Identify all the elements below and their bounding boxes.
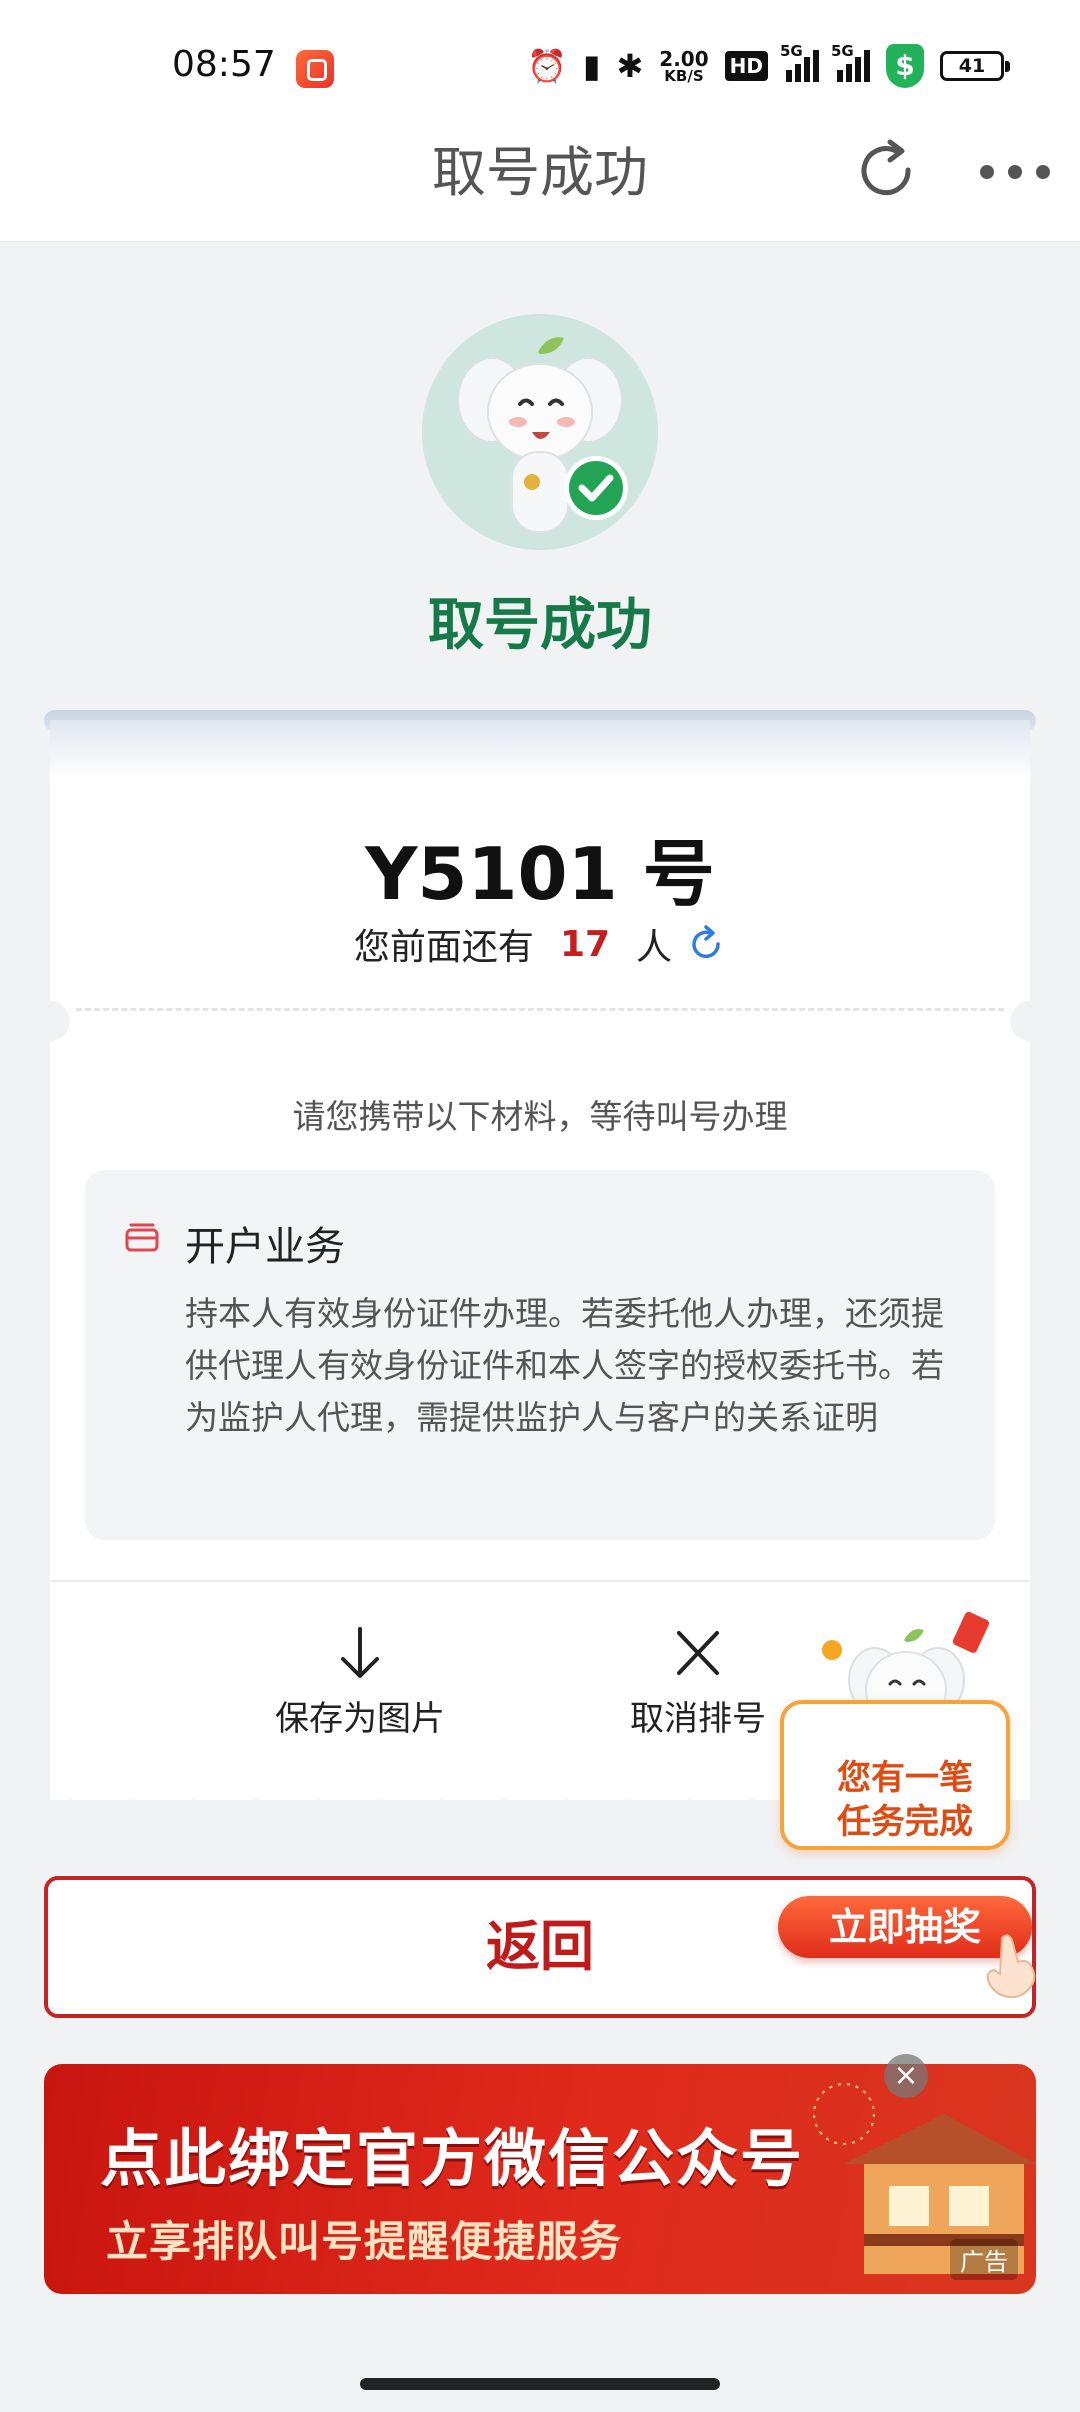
ticket-shadow xyxy=(50,720,1030,780)
actions-divider xyxy=(50,1580,1030,1582)
hd-icon: HD xyxy=(724,51,768,81)
ad-tag: 广告 xyxy=(950,2239,1018,2280)
more-menu-icon[interactable] xyxy=(980,142,1050,202)
ticket-notch-right xyxy=(1010,1001,1050,1041)
download-icon xyxy=(341,1627,379,1678)
network-rate-value: 2.00 xyxy=(659,46,709,71)
banner-headline: 点此绑定官方微信公众号 xyxy=(100,2122,805,2195)
signal-label: 5G xyxy=(780,42,803,60)
battery-icon: 41 xyxy=(940,51,1010,81)
signal-label: 5G xyxy=(831,42,854,60)
status-time: 08:57 xyxy=(172,44,276,85)
queue-count: 17 xyxy=(559,923,611,965)
shield-icon: $ xyxy=(886,44,924,88)
materials-hint: 请您携带以下材料，等待叫号办理 xyxy=(292,1097,788,1136)
queue-suffix: 人 xyxy=(636,927,673,968)
bluetooth-icon: ✱ xyxy=(616,47,644,85)
nav-bar: 取号成功 xyxy=(0,130,1080,242)
wechat-bind-banner[interactable]: 点此绑定官方微信公众号 立享排队叫号提醒便捷服务 广告 xyxy=(44,2064,1036,2294)
save-image-button[interactable]: 保存为图片 xyxy=(260,1625,460,1740)
network-rate-unit: KB/S xyxy=(664,66,704,85)
status-icons: ⏰ ▮ ✱ 2.00 KB/S HD 5G 5G $ 41 xyxy=(527,42,1010,88)
app-notification-icon xyxy=(296,50,334,88)
success-heading: 取号成功 xyxy=(428,593,652,658)
refresh-icon[interactable] xyxy=(852,136,922,206)
business-description: 持本人有效身份证件办理。若委托他人办理，还须提供代理人有效身份证件和本人签字的授… xyxy=(185,1294,944,1437)
business-title: 开户业务 xyxy=(185,1224,345,1270)
queue-prefix: 您前面还有 xyxy=(353,927,534,968)
signal-icon: 5G xyxy=(831,42,870,82)
status-bar: 08:57 ⏰ ▮ ✱ 2.00 KB/S HD 5G 5G $ 41 xyxy=(0,0,1080,130)
ticket-number: Y5101 号 xyxy=(365,832,715,916)
alarm-icon: ⏰ xyxy=(527,47,567,85)
task-line-1: 您有一笔 xyxy=(837,1758,973,1798)
pointing-hand-icon xyxy=(986,1934,1036,1999)
task-line-2: 任务完成 xyxy=(837,1802,973,1842)
close-icon xyxy=(677,1631,719,1675)
business-materials-box: 开户业务 持本人有效身份证件办理。若委托他人办理，还须提供代理人有效身份证件和本… xyxy=(85,1170,995,1540)
ticket-divider xyxy=(76,1008,1004,1011)
banner-subline: 立享排队叫号提醒便捷服务 xyxy=(106,2217,623,2266)
banner-close-icon[interactable]: × xyxy=(884,2054,928,2098)
queue-status: 您前面还有 17 人 xyxy=(50,918,1030,970)
home-indicator[interactable] xyxy=(360,2378,720,2390)
elephant-mascot-icon xyxy=(422,314,658,550)
network-rate: 2.00 KB/S xyxy=(659,49,708,84)
ticket-notch-left xyxy=(30,1001,70,1041)
card-icon xyxy=(125,1223,159,1252)
signal-icon: 5G xyxy=(780,42,819,82)
save-image-label: 保存为图片 xyxy=(275,1699,445,1739)
queue-refresh-icon[interactable] xyxy=(686,924,726,964)
task-message: 您有一笔 任务完成 xyxy=(760,1756,1050,1844)
task-reward-widget[interactable]: 您有一笔 任务完成 立即抽奖 xyxy=(760,1610,1050,2010)
vibrate-icon: ▮ xyxy=(582,47,601,85)
